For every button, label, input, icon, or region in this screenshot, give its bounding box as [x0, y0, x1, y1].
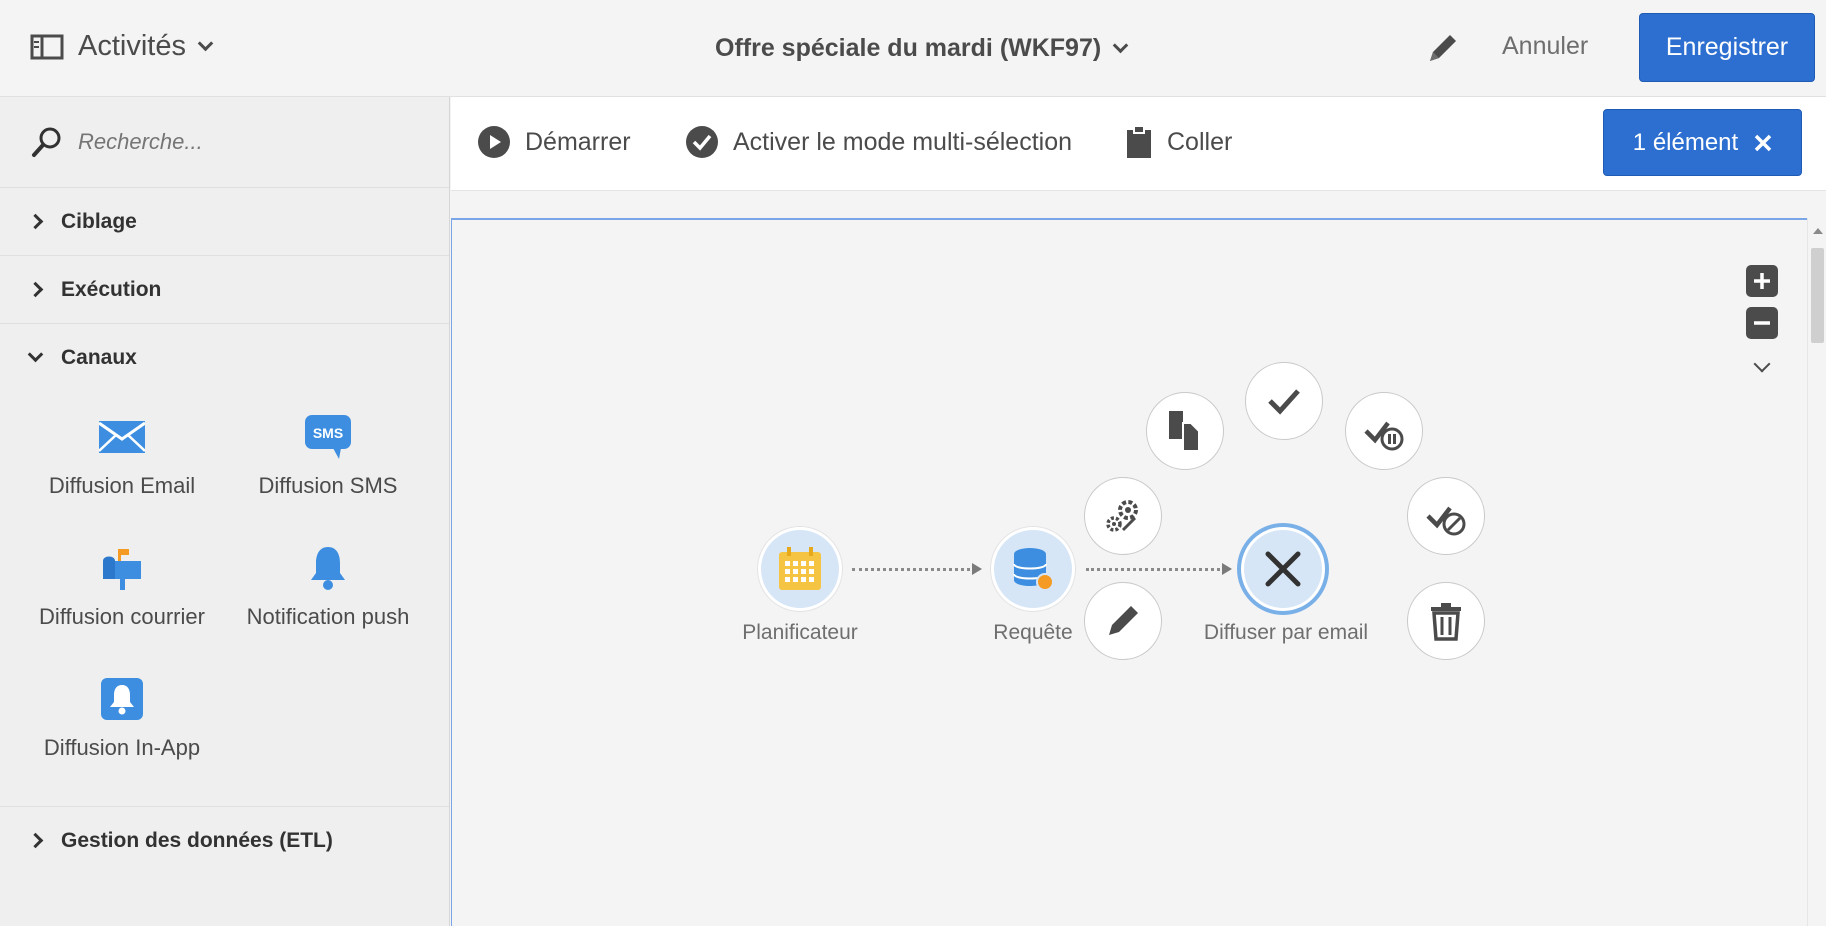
close-icon — [1754, 134, 1772, 151]
chevron-right-icon — [27, 281, 44, 298]
start-label: Démarrer — [525, 127, 631, 156]
save-button[interactable]: Enregistrer — [1639, 13, 1815, 82]
activities-menu[interactable]: Activités — [30, 30, 214, 63]
chevron-down-icon — [1112, 37, 1129, 54]
pause-execution-button[interactable] — [1345, 392, 1423, 470]
channel-email-delivery[interactable]: Diffusion Email — [22, 407, 222, 499]
search-bar — [0, 97, 449, 187]
section-label: Gestion des données (ETL) — [61, 828, 333, 852]
node-label: Diffuser par email — [1203, 621, 1369, 644]
close-x-icon — [1265, 551, 1301, 587]
channel-label: Diffusion courrier — [39, 604, 205, 629]
zoom-in-button[interactable] — [1746, 265, 1778, 297]
section-execution[interactable]: Exécution — [0, 255, 449, 323]
section-label: Canaux — [61, 345, 137, 369]
gears-icon — [1106, 500, 1138, 532]
channel-mail-delivery[interactable]: Diffusion courrier — [22, 538, 222, 630]
approve-button[interactable] — [1245, 362, 1323, 440]
paste-label: Coller — [1167, 127, 1233, 156]
trash-icon — [1431, 603, 1461, 641]
search-input[interactable] — [78, 129, 438, 155]
channel-label: Notification push — [246, 604, 410, 629]
sms-icon-text: SMS — [313, 425, 343, 441]
clipboard-icon — [1127, 125, 1151, 158]
chevron-down-icon — [27, 346, 44, 363]
channel-label: Diffusion SMS — [258, 473, 398, 498]
arrowhead — [1222, 563, 1232, 575]
section-ciblage[interactable]: Ciblage — [0, 187, 449, 255]
node-scheduler[interactable] — [758, 527, 842, 611]
vertical-scrollbar[interactable] — [1807, 218, 1826, 926]
calendar-icon — [779, 547, 821, 590]
envelope-icon — [99, 421, 145, 453]
copy-button[interactable] — [1146, 392, 1224, 470]
pencil-icon — [1109, 606, 1138, 635]
edit-activity-button[interactable] — [1084, 582, 1162, 660]
scroll-up-arrow[interactable] — [1813, 228, 1823, 234]
section-label: Ciblage — [61, 209, 137, 233]
selection-count-label: 1 élément — [1632, 128, 1739, 156]
arrowhead — [972, 563, 982, 575]
copy-icon — [1169, 411, 1200, 452]
node-email-delivery-selected[interactable] — [1241, 527, 1325, 611]
selection-count-button[interactable]: 1 élément — [1603, 109, 1802, 176]
database-query-icon — [1013, 548, 1054, 591]
channel-label: Diffusion In-App — [43, 735, 201, 760]
section-data-management[interactable]: Gestion des données (ETL) — [0, 806, 449, 874]
node-label: Planificateur — [742, 621, 858, 644]
play-icon — [478, 126, 510, 158]
search-icon — [32, 127, 61, 157]
transition-arrow — [852, 568, 976, 571]
workflow-title-menu[interactable]: Offre spéciale du mardi (WKF97) — [715, 34, 1129, 63]
section-label: Exécution — [61, 277, 162, 301]
disable-execution-button[interactable] — [1407, 477, 1485, 555]
chevron-right-icon — [27, 213, 44, 230]
channel-sms-delivery[interactable]: SMS Diffusion SMS — [228, 407, 428, 499]
cancel-button[interactable]: Annuler — [1502, 32, 1588, 61]
minus-icon — [1754, 321, 1770, 325]
check-pause-icon — [1364, 421, 1404, 451]
workflow-canvas[interactable] — [451, 218, 1807, 926]
plus-icon — [1754, 273, 1770, 289]
channel-inapp-delivery[interactable]: Diffusion In-App — [22, 669, 222, 761]
channel-label: Diffusion Email — [48, 473, 196, 498]
edit-properties-button[interactable] — [1423, 28, 1463, 68]
delete-button[interactable] — [1407, 582, 1485, 660]
multiselect-label: Activer le mode multi-sélection — [733, 127, 1073, 156]
pencil-icon — [1430, 35, 1456, 61]
chevron-down-icon — [197, 35, 214, 52]
top-header: Activités Offre spéciale du mardi (WKF97… — [0, 0, 1826, 97]
transition-arrow — [1086, 568, 1226, 571]
workflow-toolbar: Démarrer Activer le mode multi-sélection… — [451, 97, 1826, 191]
zoom-out-button[interactable] — [1746, 307, 1778, 339]
start-button[interactable]: Démarrer — [477, 125, 631, 159]
check-disable-icon — [1426, 506, 1466, 536]
section-canaux[interactable]: Canaux — [0, 323, 449, 391]
node-query[interactable] — [991, 527, 1075, 611]
activities-sidebar: Ciblage Exécution Canaux Diffusion Email… — [0, 97, 450, 926]
activities-label: Activités — [78, 30, 186, 62]
inapp-bell-icon — [101, 678, 143, 720]
mailbox-icon — [103, 549, 141, 590]
chevron-right-icon — [27, 832, 44, 849]
scroll-thumb[interactable] — [1811, 248, 1824, 343]
bell-icon — [311, 547, 345, 590]
workflow-title: Offre spéciale du mardi (WKF97) — [715, 34, 1102, 62]
checkmark-icon — [1268, 389, 1300, 415]
multiselect-button[interactable]: Activer le mode multi-sélection — [685, 125, 1072, 159]
sms-icon: SMS — [305, 415, 351, 459]
channel-push-notification[interactable]: Notification push — [228, 538, 428, 630]
configure-activity-button[interactable] — [1084, 477, 1162, 555]
sidebar-panel-icon — [30, 34, 64, 59]
checkmark-circle-icon — [686, 126, 718, 158]
paste-button[interactable]: Coller — [1125, 125, 1232, 159]
